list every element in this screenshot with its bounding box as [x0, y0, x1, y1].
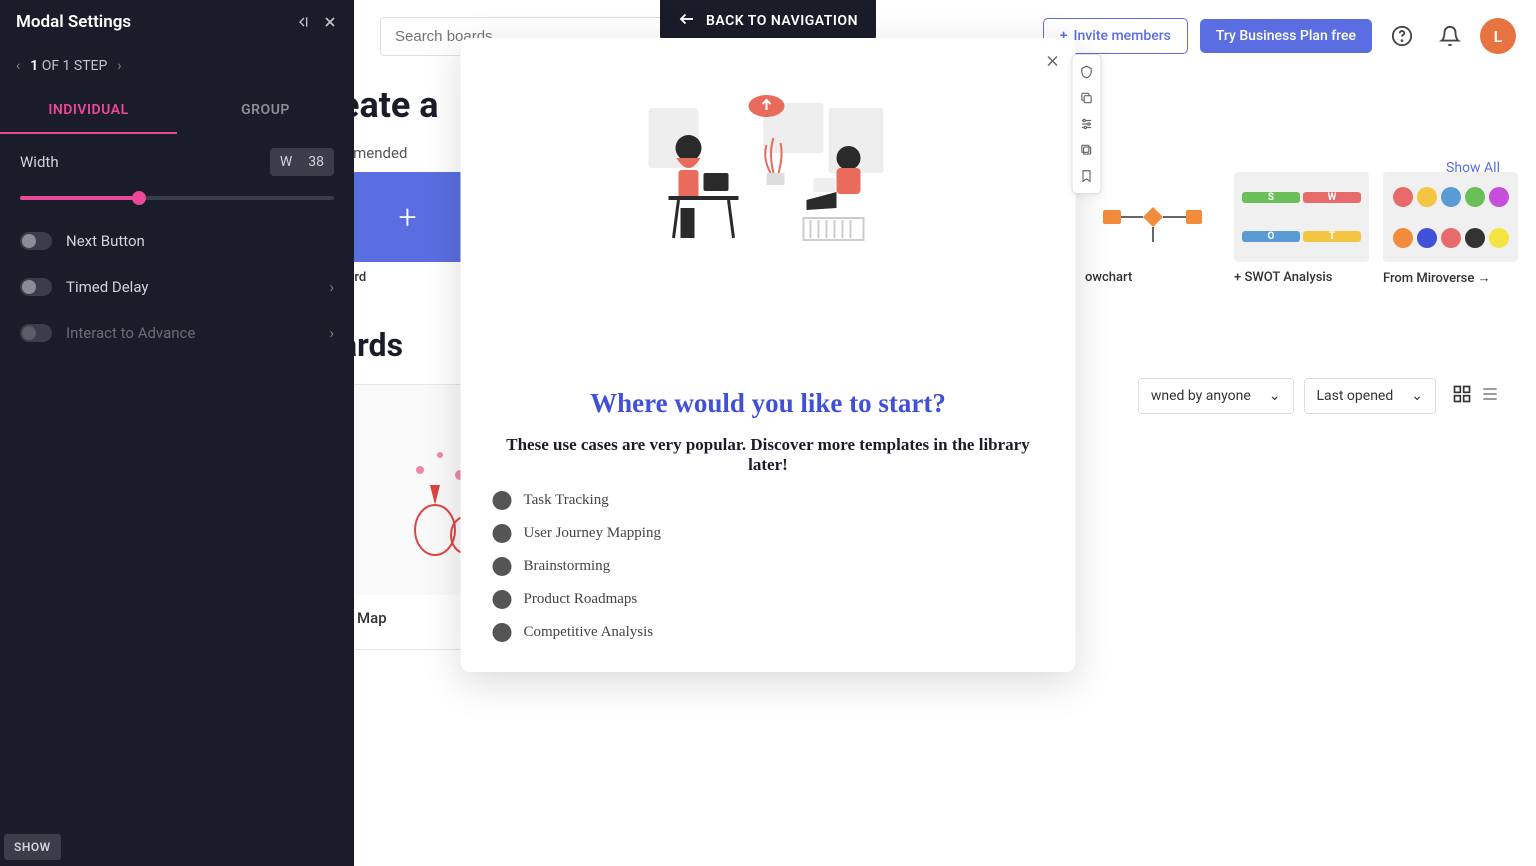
sliders-icon[interactable]: [1073, 111, 1101, 137]
close-icon[interactable]: [322, 14, 338, 30]
owned-by-select[interactable]: wned by anyone ⌄: [1138, 378, 1294, 414]
modal-option[interactable]: Brainstorming: [493, 557, 1050, 576]
modal-title: Where would you like to start?: [487, 388, 1050, 419]
step-next-icon[interactable]: ›: [117, 58, 121, 74]
modal-option[interactable]: User Journey Mapping: [493, 524, 1050, 543]
modal-close-button[interactable]: [1044, 50, 1062, 76]
width-setting: Width W 38: [0, 134, 354, 190]
sidebar-title: Modal Settings: [16, 12, 131, 32]
modal-option[interactable]: Task Tracking: [493, 491, 1050, 510]
sidebar-header: Modal Settings: [0, 0, 354, 44]
width-input[interactable]: W 38: [270, 148, 334, 176]
flowchart-card[interactable]: owchart: [1085, 172, 1220, 286]
collapse-icon[interactable]: [294, 14, 310, 30]
try-business-plan-button[interactable]: Try Business Plan free: [1200, 19, 1372, 53]
plus-icon: +: [398, 198, 416, 236]
chevron-down-icon: ⌄: [1269, 388, 1281, 404]
chevron-right-icon[interactable]: ›: [329, 278, 334, 296]
back-to-navigation-button[interactable]: BACK TO NAVIGATION: [660, 0, 876, 42]
board-filters: wned by anyone ⌄ Last opened ⌄: [1138, 378, 1500, 414]
radio-icon: [493, 557, 512, 576]
step-navigator: ‹ 1 OF 1 STEP ›: [0, 44, 354, 88]
modal-options: Task Tracking User Journey Mapping Brain…: [487, 491, 1050, 642]
settings-tabs: INDIVIDUAL GROUP: [0, 88, 354, 134]
tab-group[interactable]: GROUP: [177, 88, 354, 134]
show-button[interactable]: SHOW: [4, 834, 61, 860]
chevron-right-icon: ›: [329, 324, 334, 342]
sort-select[interactable]: Last opened ⌄: [1304, 378, 1437, 414]
step-prev-icon[interactable]: ‹: [16, 58, 20, 74]
bookmark-icon[interactable]: [1073, 163, 1101, 189]
modal-option[interactable]: Product Roadmaps: [493, 590, 1050, 609]
arrow-left-icon: [678, 10, 696, 32]
radio-icon: [493, 524, 512, 543]
layers-icon[interactable]: [1073, 137, 1101, 163]
interact-advance-toggle-row: Interact to Advance ›: [0, 310, 354, 356]
next-button-toggle-row: Next Button: [0, 218, 354, 264]
list-view-icon[interactable]: [1480, 384, 1500, 408]
timed-delay-toggle-row: Timed Delay ›: [0, 264, 354, 310]
bell-icon[interactable]: [1432, 18, 1468, 54]
next-button-toggle[interactable]: [20, 232, 52, 250]
onboarding-modal: Where would you like to start? These use…: [461, 38, 1076, 672]
settings-sidebar: Modal Settings ‹ 1 OF 1 STEP › INDIVIDUA…: [0, 0, 354, 866]
help-icon[interactable]: [1384, 18, 1420, 54]
radio-icon: [493, 590, 512, 609]
modal-illustration: [487, 58, 1050, 298]
slider-thumb[interactable]: [132, 191, 146, 205]
new-board-card[interactable]: + oard: [340, 172, 475, 286]
copy-icon[interactable]: [1073, 85, 1101, 111]
modal-edit-toolbar: [1072, 54, 1102, 194]
shield-icon[interactable]: [1073, 59, 1101, 85]
timed-delay-toggle[interactable]: [20, 278, 52, 296]
avatar[interactable]: L: [1480, 18, 1516, 54]
width-slider[interactable]: [20, 196, 334, 200]
swot-card[interactable]: S W O T + SWOT Analysis: [1234, 172, 1369, 286]
chevron-down-icon: ⌄: [1411, 388, 1423, 404]
grid-view-icon[interactable]: [1452, 384, 1472, 408]
radio-icon: [493, 623, 512, 642]
interact-advance-toggle: [20, 324, 52, 342]
modal-subtitle: These use cases are very popular. Discov…: [487, 435, 1050, 475]
miroverse-card[interactable]: From Miroverse →: [1383, 172, 1518, 286]
modal-option[interactable]: Competitive Analysis: [493, 623, 1050, 642]
width-label: Width: [20, 153, 59, 171]
tab-individual[interactable]: INDIVIDUAL: [0, 88, 177, 134]
radio-icon: [493, 491, 512, 510]
